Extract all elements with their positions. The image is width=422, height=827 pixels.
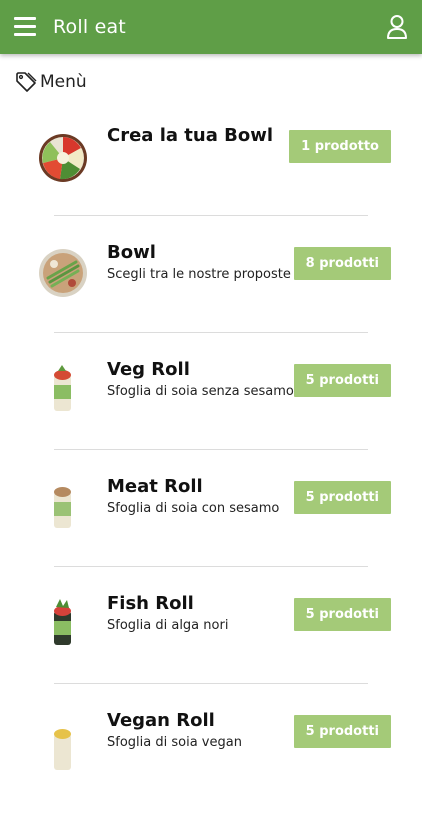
- menu-item-veg-roll[interactable]: Veg Roll Sfoglia di soia senza sesamo 5 …: [0, 359, 422, 476]
- section-title: Menù: [40, 72, 87, 92]
- menu-item-vegan-roll[interactable]: Vegan Roll Sfoglia di soia vegan 5 prodo…: [0, 710, 422, 827]
- item-description: Sfoglia di soia vegan: [107, 735, 242, 750]
- item-name: Crea la tua Bowl: [107, 125, 274, 146]
- product-count-badge[interactable]: 5 prodotti: [293, 481, 391, 514]
- veg-roll-thumbnail: [54, 365, 71, 411]
- item-description: Scegli tra le nostre proposte: [107, 267, 291, 282]
- divider: [54, 566, 368, 567]
- divider: [54, 683, 368, 684]
- product-count-badge[interactable]: 8 prodotti: [293, 247, 391, 280]
- menu-item-bowl[interactable]: Bowl Scegli tra le nostre proposte 8 pro…: [0, 242, 422, 359]
- item-name: Veg Roll: [107, 359, 190, 380]
- menu-item-meat-roll[interactable]: Meat Roll Sfoglia di soia con sesamo 5 p…: [0, 476, 422, 593]
- app-bar: Roll eat: [0, 0, 422, 54]
- product-count-badge[interactable]: 1 prodotto: [289, 130, 391, 163]
- fish-roll-thumbnail: [54, 599, 71, 645]
- product-count-badge[interactable]: 5 prodotti: [293, 598, 391, 631]
- divider: [54, 332, 368, 333]
- item-name: Bowl: [107, 242, 156, 263]
- hamburger-menu-icon[interactable]: [14, 17, 36, 37]
- tag-icon: [16, 72, 37, 92]
- vegan-roll-thumbnail: [54, 729, 71, 770]
- product-count-badge[interactable]: 5 prodotti: [293, 364, 391, 397]
- menu-item-crea-la-tua-bowl[interactable]: Crea la tua Bowl 1 prodotto: [0, 125, 422, 242]
- user-icon[interactable]: [386, 14, 408, 40]
- item-name: Fish Roll: [107, 593, 194, 614]
- item-name: Meat Roll: [107, 476, 203, 497]
- menu-item-fish-roll[interactable]: Fish Roll Sfoglia di alga nori 5 prodott…: [0, 593, 422, 710]
- bowl-mixed-thumbnail: [39, 134, 87, 182]
- meat-roll-thumbnail: [54, 487, 71, 528]
- divider: [54, 449, 368, 450]
- item-description: Sfoglia di soia con sesamo: [107, 501, 280, 516]
- item-description: Sfoglia di soia senza sesamo: [107, 384, 294, 399]
- app-title: Roll eat: [53, 16, 126, 38]
- section-header: Menù: [15, 70, 87, 94]
- item-description: Sfoglia di alga nori: [107, 618, 229, 633]
- item-name: Vegan Roll: [107, 710, 215, 731]
- bowl-asparagus-thumbnail: [39, 249, 87, 297]
- divider: [54, 215, 368, 216]
- product-count-badge[interactable]: 5 prodotti: [293, 715, 391, 748]
